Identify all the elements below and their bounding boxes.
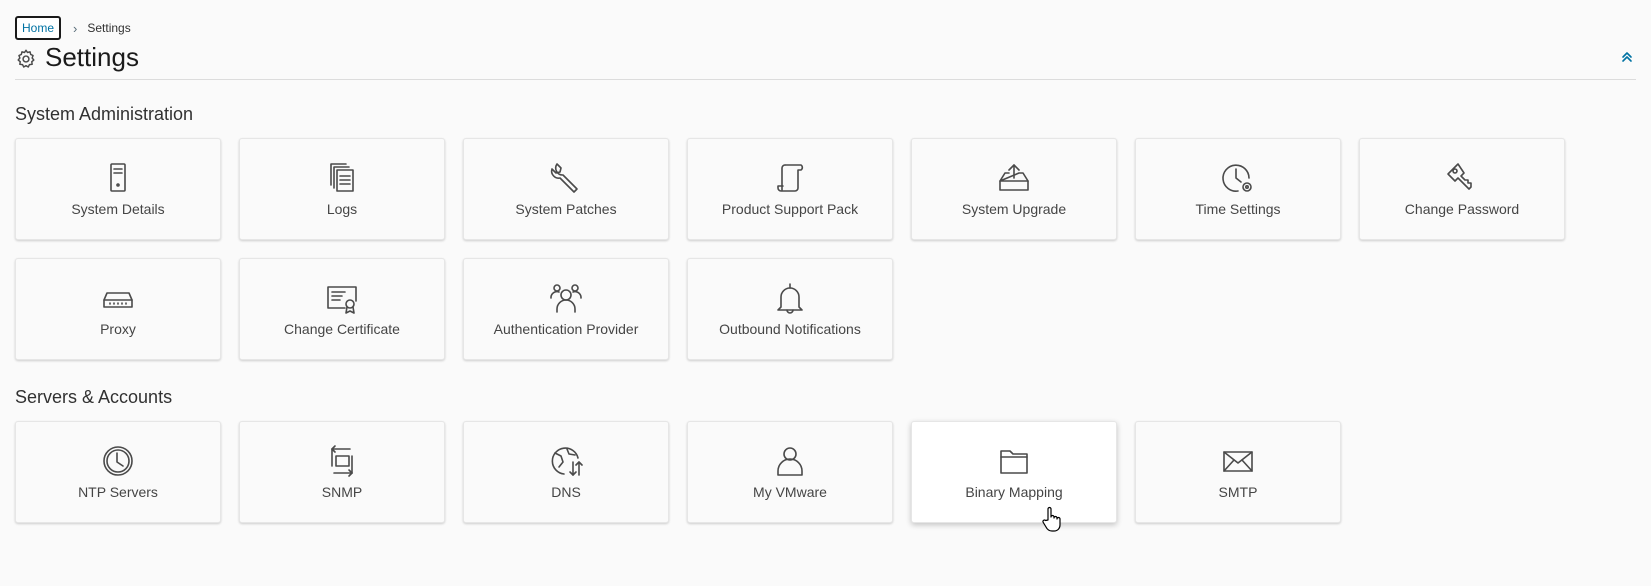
upload-tray-icon (997, 161, 1031, 195)
breadcrumb-home-link[interactable]: Home (15, 16, 62, 40)
tile-time-settings[interactable]: Time Settings (1135, 138, 1341, 240)
section-title-system-administration: System Administration (15, 104, 194, 124)
tile-label: Time Settings (1195, 201, 1281, 217)
tile-label: System Patches (515, 201, 617, 217)
bell-icon (773, 281, 807, 315)
snmp-icon (325, 444, 359, 478)
tile-dns[interactable]: DNS (463, 421, 669, 523)
folder-icon (997, 444, 1031, 478)
page-header: Settings (15, 42, 1636, 80)
clock-gear-icon (1221, 161, 1255, 195)
tile-my-vmware[interactable]: My VMware (687, 421, 893, 523)
tile-label: SMTP (1218, 484, 1258, 500)
tile-label: Product Support Pack (721, 201, 859, 217)
globe-icon (549, 444, 583, 478)
tile-label: My VMware (753, 484, 827, 500)
tile-binary-mapping[interactable]: Binary Mapping (911, 421, 1117, 523)
tile-smtp[interactable]: SMTP (1135, 421, 1341, 523)
certificate-icon (325, 281, 359, 315)
breadcrumb-current: Settings (87, 21, 131, 35)
page-title: Settings (45, 42, 139, 72)
envelope-icon (1221, 444, 1255, 478)
tile-change-password[interactable]: Change Password (1359, 138, 1565, 240)
tile-label: Change Certificate (284, 321, 400, 337)
tile-change-certificate[interactable]: Change Certificate (239, 258, 445, 360)
tile-outbound-notifications[interactable]: Outbound Notifications (687, 258, 893, 360)
tile-label: Change Password (1404, 201, 1520, 217)
tile-snmp[interactable]: SNMP (239, 421, 445, 523)
tile-label: DNS (551, 484, 581, 500)
tile-label: Binary Mapping (965, 484, 1063, 500)
tile-label: System Upgrade (961, 201, 1067, 217)
breadcrumb: Home › Settings (15, 16, 131, 40)
tile-system-patches[interactable]: System Patches (463, 138, 669, 240)
tile-label: System Details (71, 201, 165, 217)
gear-icon (17, 49, 35, 68)
network-device-icon (101, 281, 135, 315)
tile-product-support-pack[interactable]: Product Support Pack (687, 138, 893, 240)
users-icon (549, 281, 583, 315)
tile-label: Proxy (100, 321, 136, 337)
breadcrumb-separator: › (73, 20, 78, 36)
server-icon (101, 161, 135, 195)
section-title-servers-accounts: Servers & Accounts (15, 387, 173, 407)
collapse-chevron-icon[interactable] (1620, 50, 1634, 64)
system-administration-grid: System Details Logs System Patches Produ… (15, 138, 1565, 360)
tile-proxy[interactable]: Proxy (15, 258, 221, 360)
user-icon (773, 444, 807, 478)
key-icon (1445, 161, 1479, 195)
tile-logs[interactable]: Logs (239, 138, 445, 240)
tile-label: Logs (326, 201, 358, 217)
wrench-icon (549, 161, 583, 195)
tile-label: Outbound Notifications (719, 321, 861, 337)
scroll-icon (773, 161, 807, 195)
tile-system-upgrade[interactable]: System Upgrade (911, 138, 1117, 240)
tile-label: SNMP (321, 484, 363, 500)
servers-accounts-grid: NTP Servers SNMP DNS My VMware Binary Ma… (15, 421, 1565, 523)
clock-icon (101, 444, 135, 478)
tile-label: Authentication Provider (493, 321, 639, 337)
tile-ntp-servers[interactable]: NTP Servers (15, 421, 221, 523)
tile-system-details[interactable]: System Details (15, 138, 221, 240)
tile-label: NTP Servers (78, 484, 158, 500)
logs-icon (325, 161, 359, 195)
hand-cursor-icon (1042, 506, 1061, 532)
tile-authentication-provider[interactable]: Authentication Provider (463, 258, 669, 360)
